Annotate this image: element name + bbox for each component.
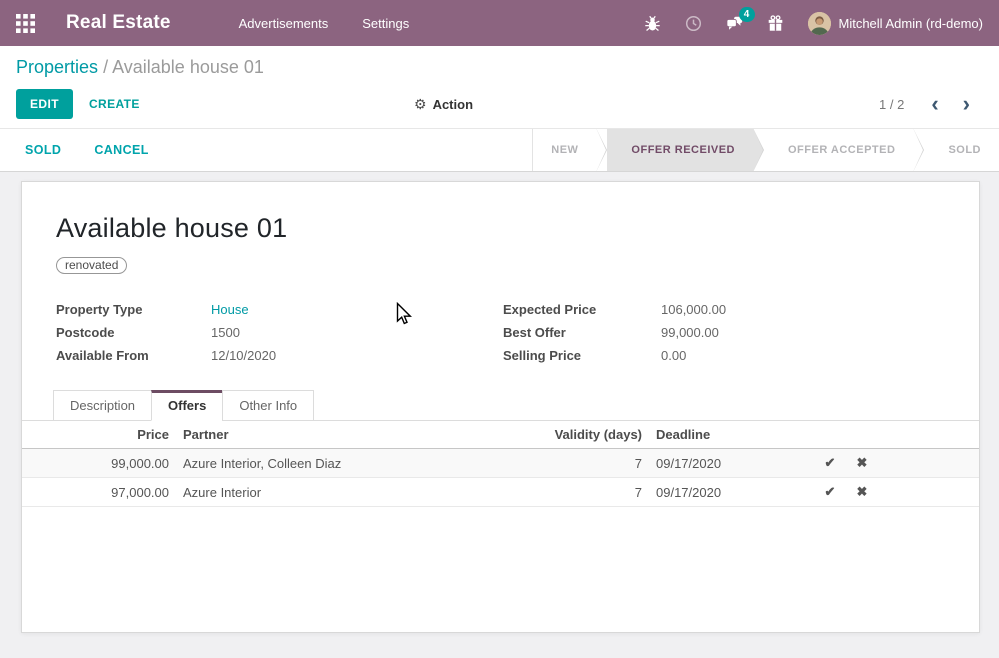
postcode-value: 1500: [211, 325, 503, 340]
user-avatar: [808, 12, 831, 35]
best-offer-value: 99,000.00: [661, 325, 945, 340]
sold-button[interactable]: SOLD: [25, 143, 61, 157]
pager-previous-chevron-icon[interactable]: ‹: [926, 94, 943, 114]
top-navbar: Real Estate Advertisements Settings: [0, 0, 999, 46]
cancel-button[interactable]: CANCEL: [94, 143, 148, 157]
menu-advertisements[interactable]: Advertisements: [226, 10, 342, 37]
field-grid: Property Type House Postcode 1500 Availa…: [56, 302, 945, 363]
accept-offer-check-icon[interactable]: ✔: [814, 478, 846, 507]
create-button[interactable]: CREATE: [89, 97, 140, 111]
app-title[interactable]: Real Estate: [66, 12, 171, 34]
table-row[interactable]: 97,000.00 Azure Interior 7 09/17/2020 ✔ …: [22, 478, 979, 507]
refuse-offer-close-icon[interactable]: ✖: [846, 478, 878, 507]
notebook-tabs: Description Offers Other Info: [22, 390, 979, 421]
offer-partner: Azure Interior, Colleen Diaz: [173, 449, 545, 478]
offers-table: Price Partner Validity (days) Deadline 9…: [22, 421, 979, 507]
offer-price: 99,000.00: [22, 449, 173, 478]
step-sold[interactable]: SOLD: [924, 129, 999, 171]
gear-icon: ⚙: [414, 96, 427, 113]
control-panel-buttons: EDIT CREATE ⚙ Action 1 / 2 ‹ ›: [16, 89, 983, 119]
menu-settings[interactable]: Settings: [349, 10, 422, 37]
available-from-label: Available From: [56, 348, 211, 363]
tab-other-info[interactable]: Other Info: [222, 390, 314, 421]
selling-price-value: 0.00: [661, 348, 945, 363]
step-new[interactable]: NEW: [533, 129, 596, 171]
offer-validity: 7: [545, 478, 646, 507]
pager-next-chevron-icon[interactable]: ›: [958, 94, 975, 114]
col-header-partner[interactable]: Partner: [173, 421, 545, 449]
action-label: Action: [433, 97, 473, 112]
tab-description[interactable]: Description: [53, 390, 152, 421]
col-header-price[interactable]: Price: [22, 421, 173, 449]
messages-count-badge: 4: [739, 7, 755, 22]
table-row[interactable]: 99,000.00 Azure Interior, Colleen Diaz 7…: [22, 449, 979, 478]
breadcrumb: Properties / Available house 01: [16, 57, 983, 78]
page-title: Available house 01: [56, 213, 945, 244]
col-header-validity[interactable]: Validity (days): [545, 421, 646, 449]
breadcrumb-current: Available house 01: [112, 57, 264, 77]
property-type-value-link[interactable]: House: [211, 302, 503, 317]
step-offer-received[interactable]: OFFER RECEIVED: [607, 129, 753, 171]
available-from-value: 12/10/2020: [211, 348, 503, 363]
property-type-label: Property Type: [56, 302, 211, 317]
offer-deadline: 09/17/2020: [646, 478, 814, 507]
user-menu[interactable]: Mitchell Admin (rd-demo): [808, 12, 984, 35]
breadcrumb-separator: /: [103, 57, 108, 77]
expected-price-value: 106,000.00: [661, 302, 945, 317]
tab-offers[interactable]: Offers: [151, 390, 223, 421]
selling-price-label: Selling Price: [503, 348, 661, 363]
postcode-label: Postcode: [56, 325, 211, 340]
content-area: Available house 01 renovated Property Ty…: [0, 172, 999, 658]
navbar-systray: 4 Mitchell Admin (rd-demo): [644, 12, 984, 35]
user-name: Mitchell Admin (rd-demo): [839, 16, 984, 31]
refuse-offer-close-icon[interactable]: ✖: [846, 449, 878, 478]
gift-icon[interactable]: [767, 14, 785, 32]
pager: 1 / 2 ‹ ›: [879, 94, 975, 114]
statusbar: SOLD CANCEL NEW OFFER RECEIVED OFFER ACC…: [0, 128, 999, 172]
activities-clock-icon[interactable]: [685, 14, 703, 32]
debug-bug-icon[interactable]: [644, 14, 662, 32]
form-sheet: Available house 01 renovated Property Ty…: [21, 181, 980, 633]
breadcrumb-parent-link[interactable]: Properties: [16, 57, 98, 77]
apps-grid-icon[interactable]: [16, 12, 38, 34]
accept-offer-check-icon[interactable]: ✔: [814, 449, 846, 478]
control-panel: Properties / Available house 01 EDIT CRE…: [0, 46, 999, 128]
status-pipeline: NEW OFFER RECEIVED OFFER ACCEPTED SOLD: [532, 129, 999, 171]
offer-deadline: 09/17/2020: [646, 449, 814, 478]
offer-price: 97,000.00: [22, 478, 173, 507]
tag-renovated[interactable]: renovated: [56, 257, 127, 274]
statusbar-buttons: SOLD CANCEL: [0, 129, 149, 171]
main-menu: Advertisements Settings: [226, 10, 423, 37]
best-offer-label: Best Offer: [503, 325, 661, 340]
offers-table-header: Price Partner Validity (days) Deadline: [22, 421, 979, 449]
step-offer-accepted[interactable]: OFFER ACCEPTED: [764, 129, 913, 171]
edit-button[interactable]: EDIT: [16, 89, 73, 119]
action-menu-button[interactable]: ⚙ Action: [414, 96, 473, 113]
offer-partner: Azure Interior: [173, 478, 545, 507]
offer-validity: 7: [545, 449, 646, 478]
col-header-deadline[interactable]: Deadline: [646, 421, 814, 449]
expected-price-label: Expected Price: [503, 302, 661, 317]
pager-value: 1 / 2: [879, 97, 904, 112]
messages-chat-icon[interactable]: 4: [726, 14, 744, 32]
